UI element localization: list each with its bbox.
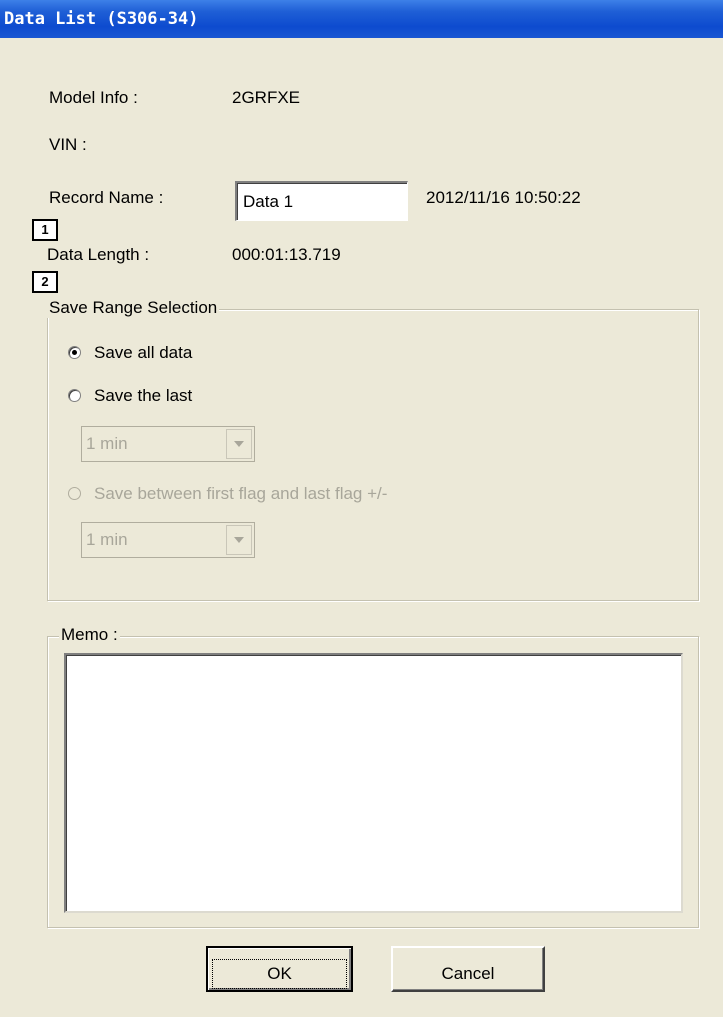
record-timestamp: 2012/11/16 10:50:22 [426, 188, 581, 207]
ok-button[interactable]: OK [206, 946, 353, 992]
radio-icon[interactable] [68, 389, 81, 402]
cancel-button-label: Cancel [441, 964, 495, 983]
save-between-flags-option: Save between first flag and last flag +/… [94, 484, 388, 503]
ok-button-label: OK [212, 959, 347, 989]
data-length-label: Data Length : [47, 245, 150, 264]
memo-legend: Memo : [59, 625, 120, 645]
memo-textarea[interactable] [64, 653, 683, 913]
save-range-legend: Save Range Selection [47, 298, 220, 318]
chevron-down-icon [226, 525, 252, 555]
last-duration-value: 1 min [86, 434, 128, 453]
callout-marker-1: 1 [32, 219, 58, 241]
data-list-dialog: Data List (S306-34) Model Info : 2GRFXE … [0, 0, 723, 1017]
window-title: Data List (S306-34) [4, 9, 199, 29]
cancel-button[interactable]: Cancel [391, 946, 545, 992]
vin-label: VIN : [49, 135, 87, 154]
callout-marker-2: 2 [32, 271, 58, 293]
radio-icon[interactable] [68, 346, 81, 359]
model-info-value: 2GRFXE [232, 88, 301, 107]
record-name-label: Record Name : [49, 188, 164, 207]
data-length-value: 000:01:13.719 [232, 245, 341, 264]
flag-duration-dropdown: 1 min [81, 522, 255, 558]
flag-duration-value: 1 min [86, 530, 128, 549]
last-duration-dropdown[interactable]: 1 min [81, 426, 255, 462]
save-the-last-option[interactable]: Save the last [94, 386, 192, 406]
radio-icon [68, 487, 81, 500]
chevron-down-icon[interactable] [226, 429, 252, 459]
record-name-input[interactable] [235, 181, 408, 221]
title-bar[interactable]: Data List (S306-34) [0, 0, 723, 38]
save-all-data-option[interactable]: Save all data [94, 343, 192, 363]
model-info-label: Model Info : [49, 88, 138, 107]
